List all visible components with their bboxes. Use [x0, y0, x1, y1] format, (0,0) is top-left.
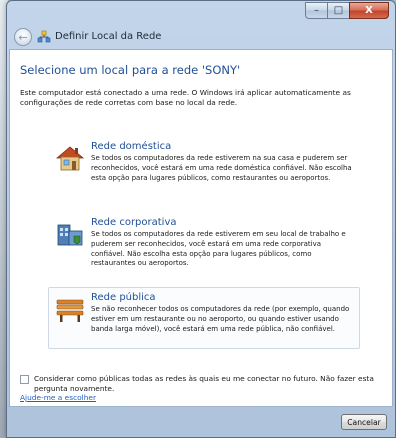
- network-icon: [37, 30, 51, 43]
- dialog-window: – □ X ← Definir Local da Rede Selecione …: [6, 0, 396, 438]
- window-title: Definir Local da Rede: [55, 31, 162, 42]
- close-button[interactable]: X: [349, 2, 389, 19]
- option-public-network[interactable]: Rede pública Se não reconhecer todos os …: [48, 287, 360, 349]
- checkbox-label[interactable]: Considerar como públicas todas as redes …: [34, 374, 386, 394]
- work-network-icon: [57, 224, 83, 246]
- home-icon: [55, 146, 85, 171]
- option-title: Rede corporativa: [91, 217, 177, 228]
- option-description: Se não reconhecer todos os computadores …: [91, 305, 350, 333]
- caption-buttons: – □ X: [305, 2, 389, 19]
- option-description: Se todos os computadores da rede estiver…: [91, 154, 352, 182]
- option-work-network[interactable]: Rede corporativa Se todos os computadore…: [48, 212, 360, 274]
- page-heading: Selecione um local para a rede 'SONY': [20, 63, 241, 77]
- back-arrow-icon: ←: [18, 30, 28, 44]
- option-title: Rede doméstica: [91, 141, 172, 152]
- intro-text: Este computador está conectado a uma red…: [20, 88, 351, 107]
- public-networks-checkbox[interactable]: [20, 375, 29, 384]
- future-networks-option: Considerar como públicas todas as redes …: [20, 374, 386, 394]
- title-bar[interactable]: – □ X ← Definir Local da Rede: [7, 1, 395, 49]
- minimize-button[interactable]: –: [305, 2, 327, 19]
- option-home-network[interactable]: Rede doméstica Se todos os computadores …: [48, 136, 360, 188]
- cancel-button[interactable]: Cancelar: [341, 414, 387, 430]
- maximize-button[interactable]: □: [327, 2, 349, 19]
- bench-icon: [56, 299, 84, 322]
- dialog-footer: Cancelar: [7, 407, 395, 437]
- option-description: Se todos os computadores da rede estiver…: [91, 230, 346, 268]
- help-link[interactable]: Ajude-me a escolher: [20, 393, 96, 402]
- back-button[interactable]: ←: [14, 28, 32, 46]
- option-title: Rede pública: [91, 292, 156, 303]
- content-panel: Selecione um local para a rede 'SONY' Es…: [9, 49, 393, 407]
